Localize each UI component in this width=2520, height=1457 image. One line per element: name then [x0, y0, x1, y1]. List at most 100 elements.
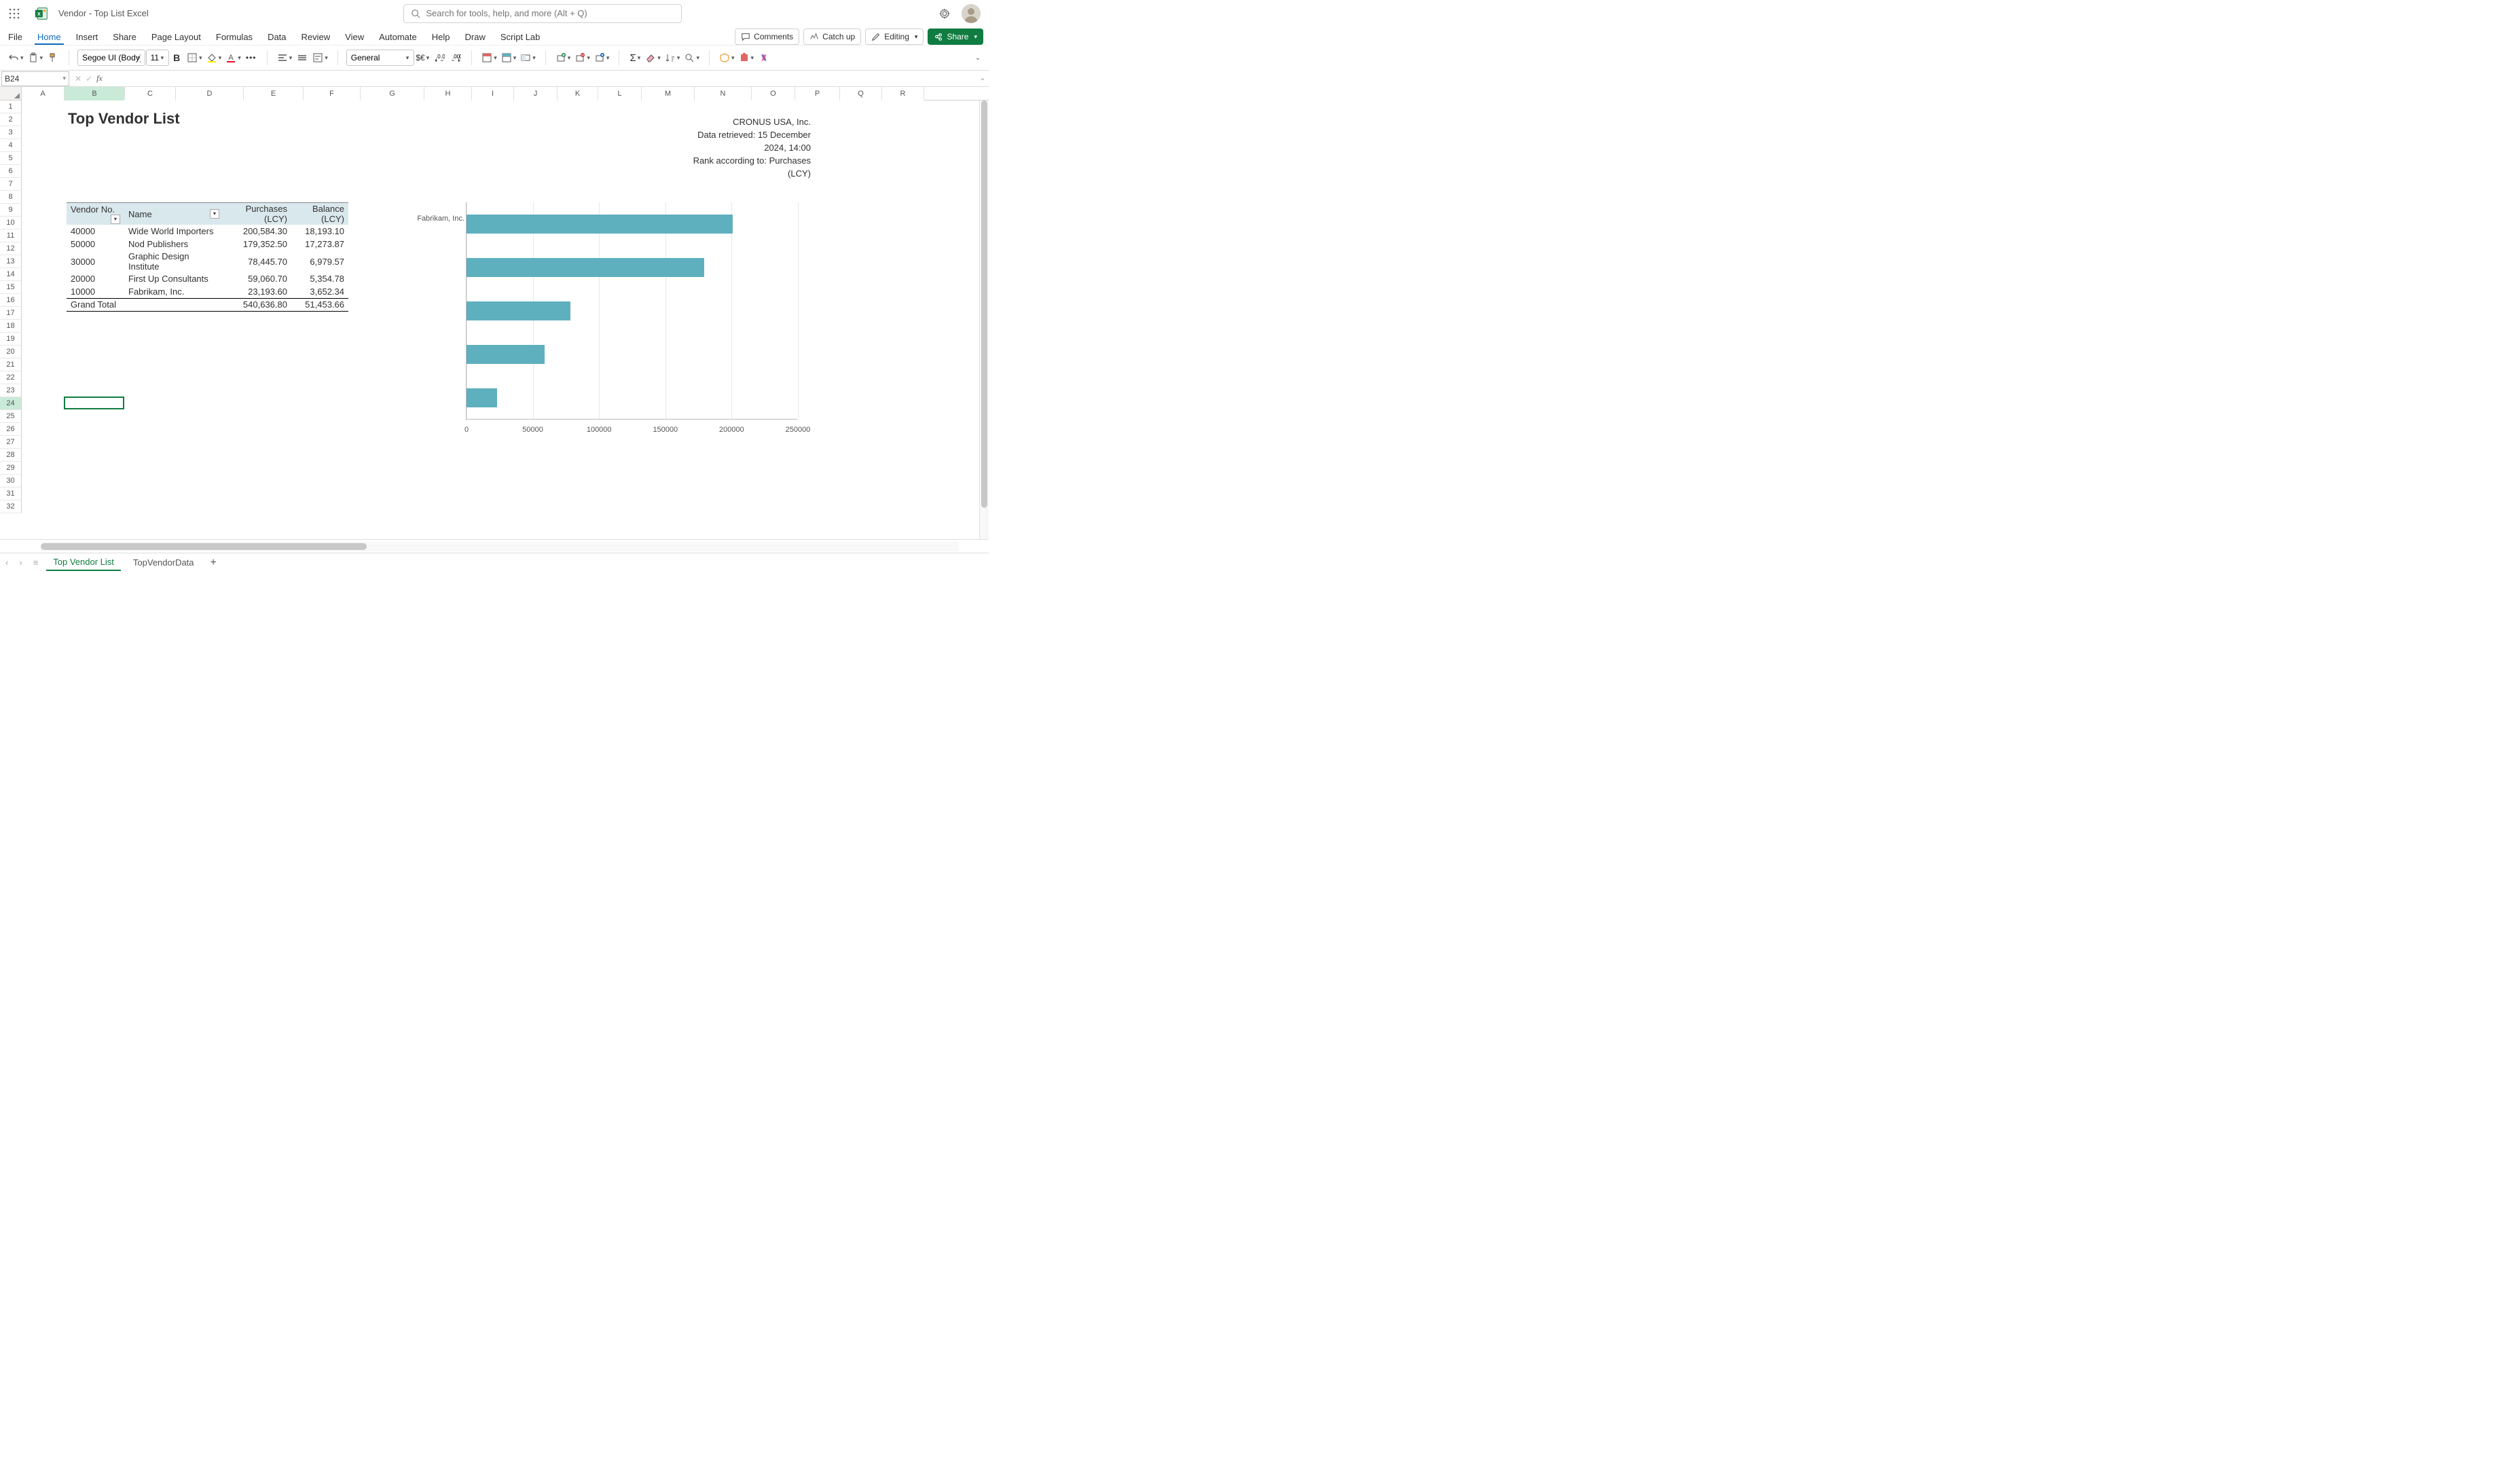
row-header[interactable]: 2	[0, 113, 22, 126]
decrease-decimal-button[interactable]: .00.0	[448, 50, 463, 66]
undo-button[interactable]	[7, 50, 25, 66]
editing-mode-button[interactable]: Editing▾	[865, 29, 924, 45]
row-header[interactable]: 17	[0, 307, 22, 320]
tab-nav-next[interactable]: ›	[16, 557, 24, 568]
column-header[interactable]: C	[125, 87, 176, 100]
enter-formula-button[interactable]: ✓	[86, 74, 92, 84]
currency-button[interactable]: $€	[414, 50, 431, 66]
column-header[interactable]: R	[882, 87, 924, 100]
column-header[interactable]: L	[598, 87, 642, 100]
row-header[interactable]: 28	[0, 449, 22, 462]
row-header[interactable]: 27	[0, 436, 22, 449]
autosum-button[interactable]: Σ	[627, 50, 642, 66]
chart-bar[interactable]	[467, 301, 570, 320]
format-cells-button[interactable]	[593, 50, 611, 66]
row-header[interactable]: 5	[0, 152, 22, 165]
conditional-format-button[interactable]	[480, 50, 498, 66]
row-header[interactable]: 12	[0, 242, 22, 255]
menu-share[interactable]: Share	[110, 31, 139, 45]
user-avatar[interactable]	[962, 4, 981, 23]
menu-help[interactable]: Help	[429, 31, 453, 45]
search-box[interactable]	[403, 4, 682, 23]
tab-nav-prev[interactable]: ‹	[3, 557, 11, 568]
menu-draw[interactable]: Draw	[462, 31, 488, 45]
column-header[interactable]: D	[176, 87, 244, 100]
formula-input[interactable]	[107, 71, 976, 86]
row-header[interactable]: 29	[0, 462, 22, 475]
col-balance[interactable]: Balance (LCY)	[291, 203, 348, 225]
name-box[interactable]: B24▾	[1, 71, 69, 86]
sort-filter-button[interactable]	[663, 50, 682, 66]
menu-home[interactable]: Home	[35, 31, 64, 45]
clear-button[interactable]	[644, 50, 662, 66]
column-header[interactable]: P	[795, 87, 840, 100]
row-header[interactable]: 24	[0, 397, 22, 410]
insert-cells-button[interactable]	[554, 50, 572, 66]
column-header[interactable]: Q	[840, 87, 882, 100]
row-header[interactable]: 31	[0, 487, 22, 500]
menu-insert[interactable]: Insert	[73, 31, 101, 45]
font-size-select[interactable]	[146, 50, 169, 66]
row-header[interactable]: 1	[0, 100, 22, 113]
row-header[interactable]: 9	[0, 204, 22, 217]
vertical-scrollbar[interactable]	[979, 100, 989, 539]
chart-bar[interactable]	[467, 215, 733, 234]
horizontal-scrollbar[interactable]	[41, 542, 959, 551]
add-sheet-button[interactable]: +	[206, 557, 221, 569]
chevron-down-icon[interactable]: ▾	[161, 54, 164, 62]
catch-up-button[interactable]: Catch up	[803, 29, 861, 45]
chart-bar[interactable]	[467, 345, 545, 364]
row-header[interactable]: 6	[0, 165, 22, 178]
menu-page-layout[interactable]: Page Layout	[149, 31, 204, 45]
column-header[interactable]: H	[424, 87, 472, 100]
borders-button[interactable]	[185, 50, 204, 66]
font-name-select[interactable]	[77, 50, 145, 66]
comments-button[interactable]: Comments	[735, 29, 799, 45]
delete-cells-button[interactable]	[573, 50, 591, 66]
settings-button[interactable]	[937, 5, 952, 22]
col-name[interactable]: Name▾	[124, 203, 223, 225]
column-header[interactable]: K	[558, 87, 598, 100]
column-header[interactable]: J	[514, 87, 558, 100]
row-header[interactable]: 21	[0, 358, 22, 371]
all-sheets-button[interactable]: ≡	[31, 557, 41, 568]
row-header[interactable]: 20	[0, 346, 22, 358]
chart-bar[interactable]	[467, 388, 497, 407]
row-header[interactable]: 8	[0, 191, 22, 204]
copilot-button[interactable]	[756, 50, 771, 66]
menu-automate[interactable]: Automate	[376, 31, 420, 45]
number-format-select[interactable]	[346, 50, 414, 66]
font-color-button[interactable]: A	[224, 50, 242, 66]
menu-review[interactable]: Review	[299, 31, 333, 45]
find-button[interactable]	[682, 50, 701, 66]
menu-script-lab[interactable]: Script Lab	[498, 31, 543, 45]
expand-formula-bar-button[interactable]: ⌄	[976, 75, 989, 82]
cancel-formula-button[interactable]: ✕	[75, 74, 81, 84]
v-align-button[interactable]	[295, 50, 310, 66]
menu-view[interactable]: View	[342, 31, 367, 45]
more-font-button[interactable]: •••	[244, 50, 259, 66]
row-header[interactable]: 22	[0, 371, 22, 384]
app-launcher-button[interactable]	[5, 5, 23, 22]
fx-icon[interactable]: fx	[96, 73, 103, 84]
row-header[interactable]: 15	[0, 281, 22, 294]
row-header[interactable]: 18	[0, 320, 22, 333]
bold-button[interactable]: B	[169, 50, 184, 66]
menu-file[interactable]: File	[5, 31, 25, 45]
row-header[interactable]: 10	[0, 217, 22, 229]
chevron-down-icon[interactable]: ▾	[137, 54, 141, 62]
addins-button[interactable]	[737, 50, 756, 66]
menu-formulas[interactable]: Formulas	[213, 31, 255, 45]
row-header[interactable]: 25	[0, 410, 22, 423]
share-button[interactable]: Share▾	[928, 29, 983, 45]
row-header[interactable]: 32	[0, 500, 22, 513]
col-vendor-no[interactable]: Vendor No.▾	[67, 203, 124, 225]
document-title[interactable]: Vendor - Top List Excel	[58, 8, 149, 18]
column-header[interactable]: N	[695, 87, 752, 100]
cells-viewport[interactable]: Top Vendor List CRONUS USA, Inc. Data re…	[22, 100, 979, 539]
column-header[interactable]: O	[752, 87, 795, 100]
column-header[interactable]: I	[472, 87, 514, 100]
row-header[interactable]: 30	[0, 475, 22, 487]
increase-decimal-button[interactable]: .0.00	[432, 50, 447, 66]
column-header[interactable]: B	[65, 87, 125, 100]
